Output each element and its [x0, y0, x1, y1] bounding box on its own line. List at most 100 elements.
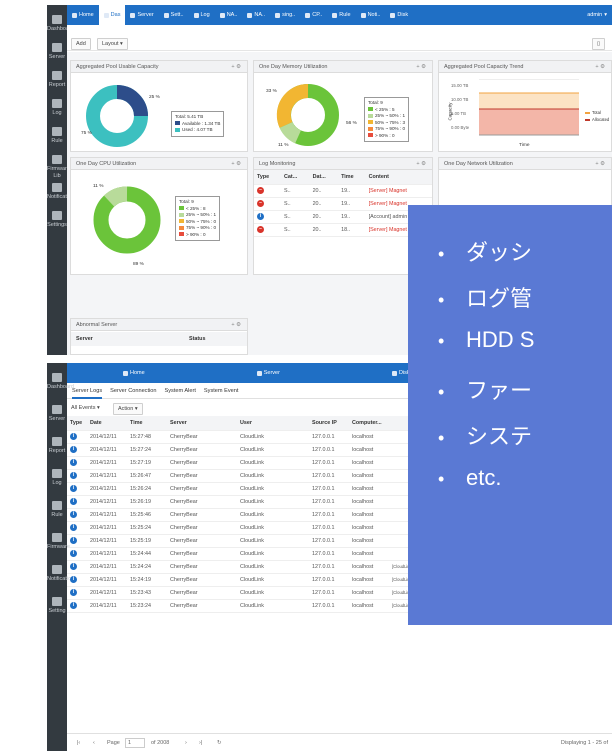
panel-controls[interactable]: + ⚙ — [416, 61, 426, 73]
top-tab[interactable]: NA.. — [242, 12, 270, 18]
sidebar-item-label: Report — [48, 448, 66, 454]
sidebar-item[interactable]: Report — [47, 437, 67, 455]
sidebar-item[interactable]: Log — [47, 99, 67, 117]
prev-page-icon[interactable]: ‹ — [93, 734, 95, 752]
bottom-tab[interactable]: Home — [105, 370, 163, 376]
table-cell: 19.. — [338, 210, 366, 224]
table-cell: 127.0.0.1 — [309, 508, 349, 522]
column-header[interactable]: Time — [338, 170, 366, 185]
sidebar-item[interactable]: Rule — [47, 127, 67, 145]
sidebar-item[interactable]: Dashboard — [47, 15, 74, 33]
top-tab[interactable]: Rule — [327, 12, 355, 18]
column-header[interactable]: Dat... — [309, 170, 339, 185]
top-tab[interactable]: Home — [67, 12, 99, 18]
overlay-bullet: • システ — [438, 419, 532, 451]
sidebar-item[interactable]: Firmware — [47, 533, 70, 551]
tab-icon — [247, 12, 253, 18]
top-tab[interactable]: Server — [125, 12, 158, 18]
refresh-icon[interactable]: ↻ — [217, 734, 222, 752]
top-tab[interactable]: Noti.. — [356, 12, 386, 18]
table-row[interactable]: – S.. 20.. 18.. [Server] Magnet — [254, 223, 432, 237]
pool-legend: Total: 5.41 TB Available : 1.34 TB Used … — [171, 111, 225, 137]
action-button[interactable]: Action ▾ — [113, 403, 143, 415]
table-header-row: Type Cat... Dat... Time Content — [254, 170, 432, 185]
table-cell: CherryBear — [167, 534, 237, 548]
column-header[interactable]: Type — [67, 416, 87, 431]
table-cell: 18.. — [338, 223, 366, 237]
column-header[interactable]: Content — [365, 170, 432, 185]
column-header[interactable]: User — [237, 416, 309, 431]
column-header[interactable]: Date — [87, 416, 127, 431]
add-button[interactable]: Add — [71, 38, 91, 50]
first-page-icon[interactable]: |‹ — [77, 734, 80, 752]
panel-controls[interactable]: + ⚙ — [231, 158, 241, 170]
sidebar-item[interactable]: Notification — [47, 565, 74, 583]
column-header[interactable]: Source IP — [309, 416, 349, 431]
page-total: of 2008 — [151, 740, 170, 746]
table-cell: 15:24:19 — [127, 573, 167, 587]
panel-controls[interactable]: + ⚙ — [231, 61, 241, 73]
panel-controls[interactable]: + ⚙ — [231, 319, 241, 331]
panel-controls[interactable]: + ⚙ — [595, 61, 605, 73]
sidebar-item[interactable]: Setting — [47, 597, 67, 615]
column-header[interactable]: Type — [254, 170, 282, 185]
top-tab[interactable]: Sett.. — [159, 12, 189, 18]
page-input[interactable]: 1 — [125, 738, 145, 748]
sidebar-item[interactable]: Server — [47, 405, 67, 423]
panel-controls[interactable]: + ⚙ — [416, 158, 426, 170]
legend-text: > 90% : 0 — [186, 231, 206, 237]
displaying-count: Displaying 1 - 25 of — [560, 740, 608, 746]
y-ticks: 15.00 TB 10.00 TB 5.00 TB 0.00 Byte — [451, 79, 469, 135]
sidebar-item[interactable]: Report — [47, 71, 67, 89]
event-filter[interactable]: All Events ▾ — [67, 403, 104, 413]
panel-pool-capacity: Aggregated Pool Usable Capacity + ⚙ 25 % … — [70, 60, 248, 152]
top-tab[interactable]: NA.. — [215, 12, 243, 18]
sidebar-item[interactable]: Dashboard — [47, 373, 74, 391]
table-cell: localhost — [349, 508, 389, 522]
top-tab[interactable]: Disk — [385, 12, 413, 18]
panel-controls[interactable]: + ⚙ — [595, 158, 605, 170]
table-cell: localhost — [349, 521, 389, 535]
top-tab[interactable]: CP.. — [300, 12, 327, 18]
column-header[interactable]: Time — [127, 416, 167, 431]
subtab[interactable]: System Alert — [165, 388, 196, 394]
table-row[interactable]: – S.. 20.. 19.. [Server] Magnet — [254, 184, 432, 198]
subtab[interactable]: Server Logs — [72, 388, 103, 399]
sidebar-item[interactable]: Settings — [47, 211, 67, 229]
table-row[interactable]: i S.. 20.. 19.. [Account] admin — [254, 210, 432, 224]
top-tab[interactable]: sing.. — [270, 12, 300, 18]
bottom-sidebar: Dashboard Server Report Log Rule Firmware Noti… — [47, 363, 74, 751]
tab-icon — [72, 12, 77, 18]
column-header[interactable]: Computer... — [349, 416, 389, 431]
trend-area — [479, 79, 579, 136]
top-tab[interactable]: Log — [189, 12, 215, 18]
top-tab[interactable]: Das — [98, 5, 126, 25]
layout-button[interactable]: Layout ▾ — [97, 38, 128, 50]
sidebar-item[interactable]: Rule — [47, 501, 67, 519]
table-row[interactable]: – S.. 20.. 19.. [Server] Magnet — [254, 197, 432, 211]
sidebar-item[interactable]: Notification — [47, 183, 74, 201]
sidebar-item[interactable]: Log — [47, 469, 67, 487]
tab-label: Rule — [339, 12, 351, 18]
sidebar-item[interactable]: Firmware Lib — [47, 155, 70, 179]
type-cell: i — [67, 573, 87, 587]
trash-icon[interactable]: ▯ — [592, 38, 606, 50]
info-icon: i — [70, 498, 77, 505]
info-icon: i — [70, 446, 77, 453]
next-page-icon[interactable]: › — [185, 734, 187, 752]
subtab[interactable]: System Event — [204, 388, 239, 394]
table-cell: S.. — [281, 223, 310, 237]
tab-label: Server — [263, 370, 280, 376]
table-cell: 2014/12/11 — [87, 573, 127, 587]
column-header[interactable]: Cat... — [281, 170, 310, 185]
subtab[interactable]: Server Connection — [110, 388, 156, 394]
sidebar-item[interactable]: Server — [47, 43, 67, 61]
column-header[interactable]: Server — [167, 416, 237, 431]
tab-label: Noti.. — [367, 12, 381, 18]
table-cell: 20.. — [309, 210, 339, 224]
pager: |‹ ‹ Page 1 of 2008 › ›| ↻ Displaying 1 … — [67, 733, 612, 751]
panel-title: One Day Network Utilization — [444, 161, 513, 167]
last-page-icon[interactable]: ›| — [199, 734, 202, 752]
bottom-tab[interactable]: Server — [239, 370, 298, 376]
user-menu[interactable]: admin ▾ — [582, 12, 612, 18]
